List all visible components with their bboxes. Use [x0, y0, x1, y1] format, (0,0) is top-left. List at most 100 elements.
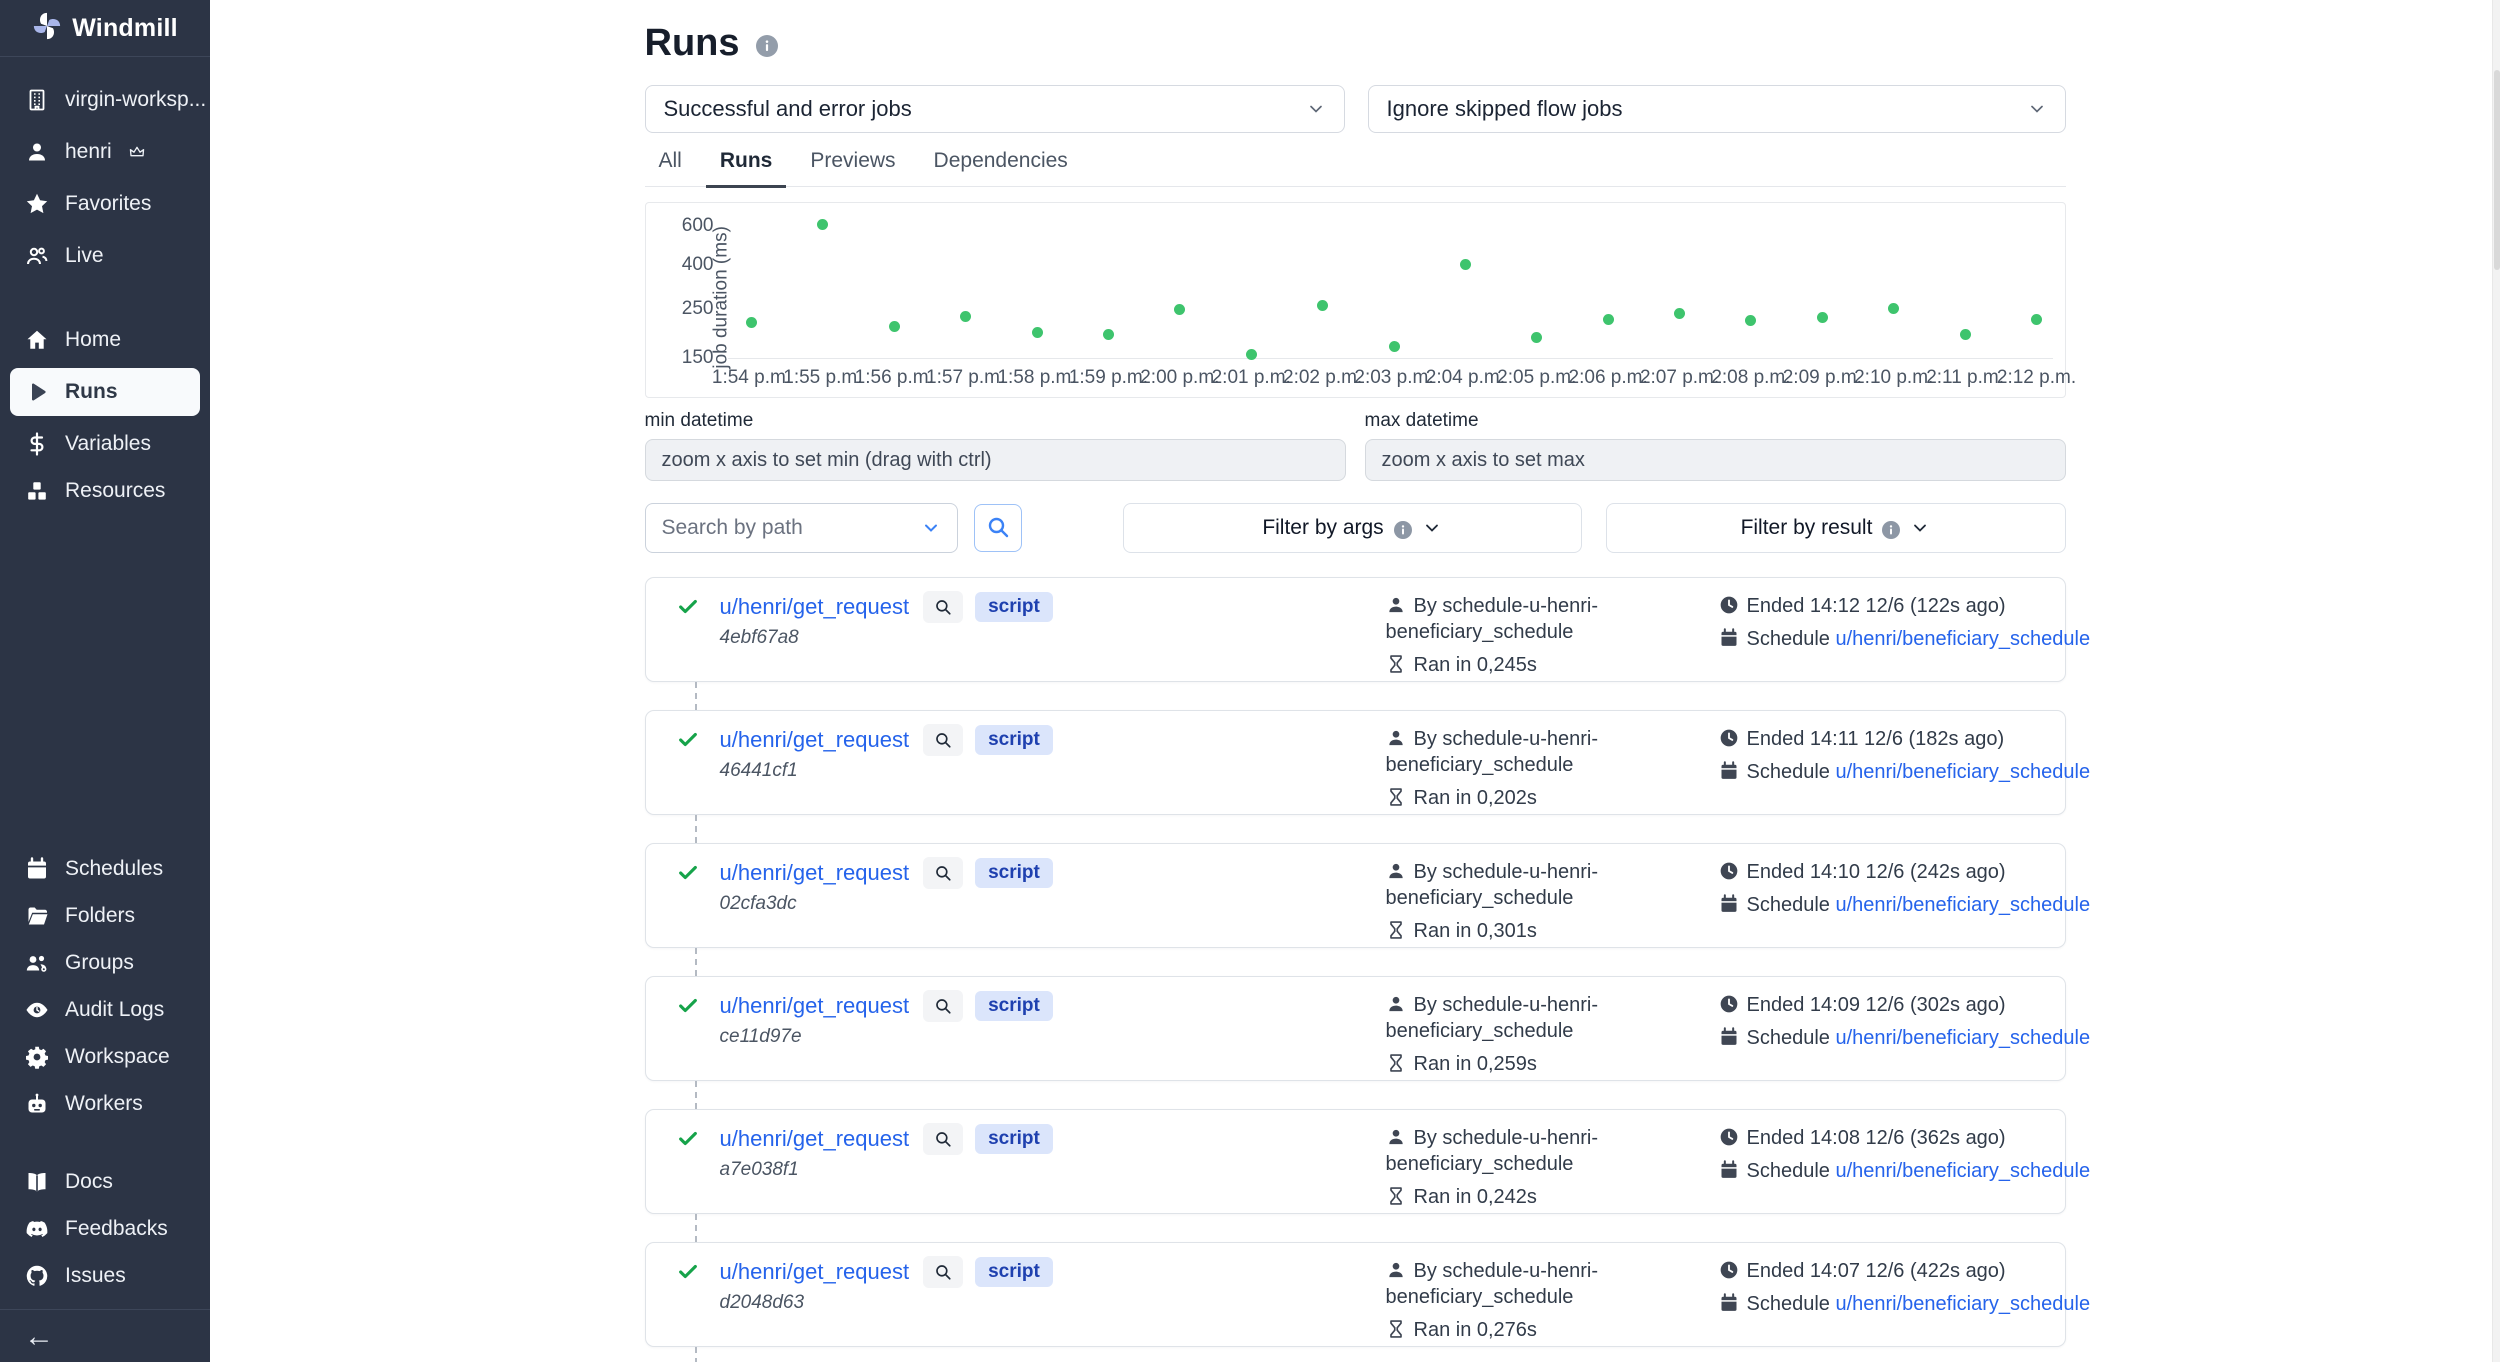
schedule-link[interactable]: u/henri/beneficiary_schedule: [1835, 761, 2090, 783]
run-schedule: Schedule u/henri/beneficiary_schedule: [1719, 626, 2091, 652]
filter-by-result-button[interactable]: Filter by result: [1606, 503, 2066, 553]
groups-icon: [24, 950, 50, 976]
filter-by-args-label: Filter by args: [1262, 516, 1383, 540]
sidebar-item-home[interactable]: Home: [10, 321, 200, 359]
robot-icon: [24, 1091, 50, 1117]
min-datetime-input[interactable]: [645, 439, 1346, 481]
run-inspect-button[interactable]: [923, 857, 963, 889]
max-datetime-input[interactable]: [1365, 439, 2066, 481]
run-path-link[interactable]: u/henri/get_request: [720, 993, 910, 1019]
sidebar-item-docs[interactable]: Docs: [10, 1163, 200, 1201]
sidebar-item-feedbacks[interactable]: Feedbacks: [10, 1210, 200, 1248]
flow-filter-select[interactable]: Ignore skipped flow jobs: [1368, 85, 2066, 133]
chart-data-point: [1603, 314, 1614, 325]
min-datetime-label: min datetime: [645, 410, 1346, 432]
run-triggered-by: By schedule-u-henri-beneficiary_schedule: [1386, 1125, 1666, 1177]
chart-y-tick: 250: [682, 298, 714, 320]
run-path-link[interactable]: u/henri/get_request: [720, 594, 910, 620]
sidebar-item-favorites[interactable]: Favorites: [10, 185, 200, 223]
sidebar-item-schedules[interactable]: Schedules: [10, 850, 200, 888]
run-connector-line: [695, 1214, 697, 1242]
sidebar-item-audit-logs[interactable]: Audit Logs: [10, 991, 200, 1029]
sidebar-item-live[interactable]: Live: [10, 237, 200, 275]
app-logo[interactable]: Windmill: [0, 0, 210, 57]
run-path-link[interactable]: u/henri/get_request: [720, 1259, 910, 1285]
run-card[interactable]: u/henri/get_request script a7e038f1 By s…: [645, 1109, 2066, 1214]
schedule-link[interactable]: u/henri/beneficiary_schedule: [1835, 1027, 2090, 1049]
info-icon: [1394, 521, 1412, 539]
run-triggered-by: By schedule-u-henri-beneficiary_schedule: [1386, 1258, 1666, 1310]
search-by-path-select[interactable]: Search by path: [645, 503, 958, 553]
run-ended-time: Ended 14:08 12/6 (362s ago): [1719, 1125, 2091, 1151]
chevron-down-icon: [1306, 99, 1326, 119]
max-datetime-label: max datetime: [1365, 410, 2066, 432]
user-icon: [1386, 595, 1406, 615]
run-inspect-button[interactable]: [923, 724, 963, 756]
sidebar-item-label: Folders: [65, 904, 135, 928]
sidebar-item-label: Variables: [65, 432, 151, 456]
sidebar-item-workspace[interactable]: Workspace: [10, 1038, 200, 1076]
chart-data-point: [1460, 259, 1471, 270]
crown-icon: [129, 144, 145, 160]
filter-by-args-button[interactable]: Filter by args: [1123, 503, 1582, 553]
schedule-link[interactable]: u/henri/beneficiary_schedule: [1835, 1293, 2090, 1315]
chart-plot-area[interactable]: 6004002501501:54 p.m.1:55 p.m.1:56 p.m.1…: [728, 219, 2053, 359]
run-card[interactable]: u/henri/get_request script 46441cf1 By s…: [645, 710, 2066, 815]
chevron-down-icon: [1422, 518, 1442, 538]
sidebar-item-workspace-selector[interactable]: virgin-worksp...: [10, 81, 200, 119]
sidebar-item-runs[interactable]: Runs: [10, 368, 200, 416]
run-card[interactable]: u/henri/get_request script 02cfa3dc By s…: [645, 843, 2066, 948]
clock-icon: [1719, 994, 1739, 1014]
run-id: ce11d97e: [720, 1026, 1386, 1048]
schedule-link[interactable]: u/henri/beneficiary_schedule: [1835, 1160, 2090, 1182]
run-inspect-button[interactable]: [923, 1256, 963, 1288]
run-inspect-button[interactable]: [923, 1123, 963, 1155]
runs-info-icon[interactable]: [756, 35, 778, 57]
tab-dependencies[interactable]: Dependencies: [920, 149, 1082, 188]
sidebar-item-workers[interactable]: Workers: [10, 1085, 200, 1123]
chart-x-tick: 2:07 p.m.: [1640, 367, 1719, 389]
gear-icon: [24, 1044, 50, 1070]
sidebar-item-user-menu[interactable]: henri: [10, 133, 200, 171]
scrollbar-thumb[interactable]: [2494, 70, 2500, 270]
job-kind-select[interactable]: Successful and error jobs: [645, 85, 1345, 133]
schedule-link[interactable]: u/henri/beneficiary_schedule: [1835, 628, 2090, 650]
chart-x-tick: 1:55 p.m.: [783, 367, 862, 389]
success-check-icon: [677, 1128, 699, 1150]
run-inspect-button[interactable]: [923, 990, 963, 1022]
chart-data-point: [1745, 315, 1756, 326]
chart-y-tick: 150: [682, 347, 714, 369]
run-path-link[interactable]: u/henri/get_request: [720, 860, 910, 886]
users-icon: [24, 243, 50, 269]
run-path-link[interactable]: u/henri/get_request: [720, 727, 910, 753]
sidebar-item-resources[interactable]: Resources: [10, 472, 200, 510]
run-inspect-button[interactable]: [923, 591, 963, 623]
chart-x-tick: 2:04 p.m.: [1426, 367, 1505, 389]
scrollbar[interactable]: [2492, 0, 2500, 1362]
star-icon: [24, 191, 50, 217]
schedule-link[interactable]: u/henri/beneficiary_schedule: [1835, 894, 2090, 916]
sidebar-item-variables[interactable]: Variables: [10, 425, 200, 463]
run-card[interactable]: u/henri/get_request script d2048d63 By s…: [645, 1242, 2066, 1347]
chart-data-point: [1174, 304, 1185, 315]
tab-previews[interactable]: Previews: [796, 149, 909, 188]
search-button[interactable]: [974, 504, 1022, 552]
run-card[interactable]: u/henri/get_request script ce11d97e By s…: [645, 976, 2066, 1081]
chevron-down-icon: [2027, 99, 2047, 119]
run-connector-line: [695, 815, 697, 843]
run-path-link[interactable]: u/henri/get_request: [720, 1126, 910, 1152]
sidebar-item-issues[interactable]: Issues: [10, 1257, 200, 1295]
chart-x-tick: 2:02 p.m.: [1283, 367, 1362, 389]
search-by-path-placeholder: Search by path: [662, 516, 921, 540]
tab-all[interactable]: All: [645, 149, 696, 188]
sidebar-item-label: Issues: [65, 1264, 126, 1288]
chart-data-point: [1888, 303, 1899, 314]
run-triggered-by: By schedule-u-henri-beneficiary_schedule: [1386, 859, 1666, 911]
run-card[interactable]: u/henri/get_request script 4ebf67a8 By s…: [645, 577, 2066, 682]
calendar-icon: [1719, 761, 1739, 781]
hourglass-icon: [1386, 787, 1406, 807]
sidebar-item-groups[interactable]: Groups: [10, 944, 200, 982]
tab-runs[interactable]: Runs: [706, 149, 787, 188]
sidebar-item-folders[interactable]: Folders: [10, 897, 200, 935]
collapse-sidebar-icon[interactable]: ←: [24, 1322, 54, 1352]
